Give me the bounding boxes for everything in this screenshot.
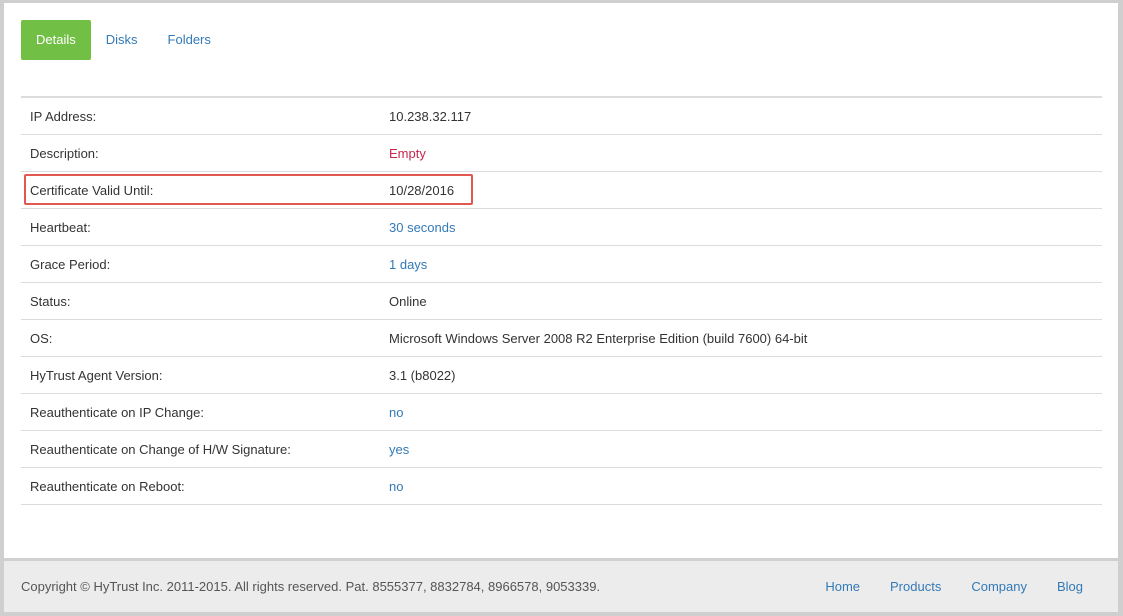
detail-row-description: Description: Empty bbox=[21, 135, 1102, 172]
detail-label: Heartbeat: bbox=[30, 220, 91, 235]
detail-row-reauth-reboot: Reauthenticate on Reboot: no bbox=[21, 468, 1102, 505]
detail-value: 10/28/2016 bbox=[389, 183, 455, 198]
tab-folders[interactable]: Folders bbox=[153, 20, 226, 60]
detail-value[interactable]: 1 days bbox=[389, 246, 427, 283]
detail-label: OS: bbox=[30, 331, 53, 346]
detail-row-agent-version: HyTrust Agent Version: 3.1 (b8022) bbox=[21, 357, 1102, 394]
details-table: IP Address: 10.238.32.117 Description: E… bbox=[21, 96, 1102, 505]
detail-label: Status: bbox=[30, 294, 71, 309]
detail-row-heartbeat: Heartbeat: 30 seconds bbox=[21, 209, 1102, 246]
detail-value[interactable]: yes bbox=[389, 431, 409, 468]
detail-row-os: OS: Microsoft Windows Server 2008 R2 Ent… bbox=[21, 320, 1102, 357]
detail-label: Grace Period: bbox=[30, 257, 111, 272]
detail-label: Reauthenticate on IP Change: bbox=[30, 405, 204, 420]
detail-value: 3.1 (b8022) bbox=[389, 368, 456, 383]
footer-link-company[interactable]: Company bbox=[971, 579, 1027, 594]
detail-value[interactable]: 30 seconds bbox=[389, 209, 456, 246]
copyright-text: Copyright © HyTrust Inc. 2011-2015. All … bbox=[21, 579, 601, 594]
detail-value: 10.238.32.117 bbox=[389, 109, 472, 124]
detail-value: Online bbox=[389, 294, 427, 309]
detail-label: Reauthenticate on Reboot: bbox=[30, 479, 185, 494]
detail-row-grace-period: Grace Period: 1 days bbox=[21, 246, 1102, 283]
footer-link-blog[interactable]: Blog bbox=[1057, 579, 1083, 594]
detail-value[interactable]: no bbox=[389, 394, 403, 431]
page-footer: Copyright © HyTrust Inc. 2011-2015. All … bbox=[4, 558, 1118, 612]
detail-label: Description: bbox=[30, 146, 99, 161]
content-panel: Details Disks Folders IP Address: 10.238… bbox=[4, 3, 1118, 612]
detail-label: IP Address: bbox=[30, 109, 97, 124]
detail-row-reauth-hw-signature: Reauthenticate on Change of H/W Signatur… bbox=[21, 431, 1102, 468]
detail-row-ip-address: IP Address: 10.238.32.117 bbox=[21, 98, 1102, 135]
detail-label: Certificate Valid Until: bbox=[30, 183, 154, 198]
tab-disks[interactable]: Disks bbox=[91, 20, 153, 60]
detail-value: Microsoft Windows Server 2008 R2 Enterpr… bbox=[389, 331, 808, 346]
detail-value[interactable]: no bbox=[389, 468, 403, 505]
detail-label: Reauthenticate on Change of H/W Signatur… bbox=[30, 442, 291, 457]
tab-details[interactable]: Details bbox=[21, 20, 91, 60]
tab-bar: Details Disks Folders bbox=[21, 20, 226, 60]
detail-row-status: Status: Online bbox=[21, 283, 1102, 320]
detail-value[interactable]: Empty bbox=[389, 135, 426, 172]
footer-link-home[interactable]: Home bbox=[825, 579, 860, 594]
detail-row-certificate-valid-until: Certificate Valid Until: 10/28/2016 bbox=[21, 172, 1102, 209]
footer-link-products[interactable]: Products bbox=[890, 579, 941, 594]
detail-label: HyTrust Agent Version: bbox=[30, 368, 163, 383]
footer-links: Home Products Company Blog bbox=[795, 579, 1083, 594]
detail-row-reauth-ip-change: Reauthenticate on IP Change: no bbox=[21, 394, 1102, 431]
